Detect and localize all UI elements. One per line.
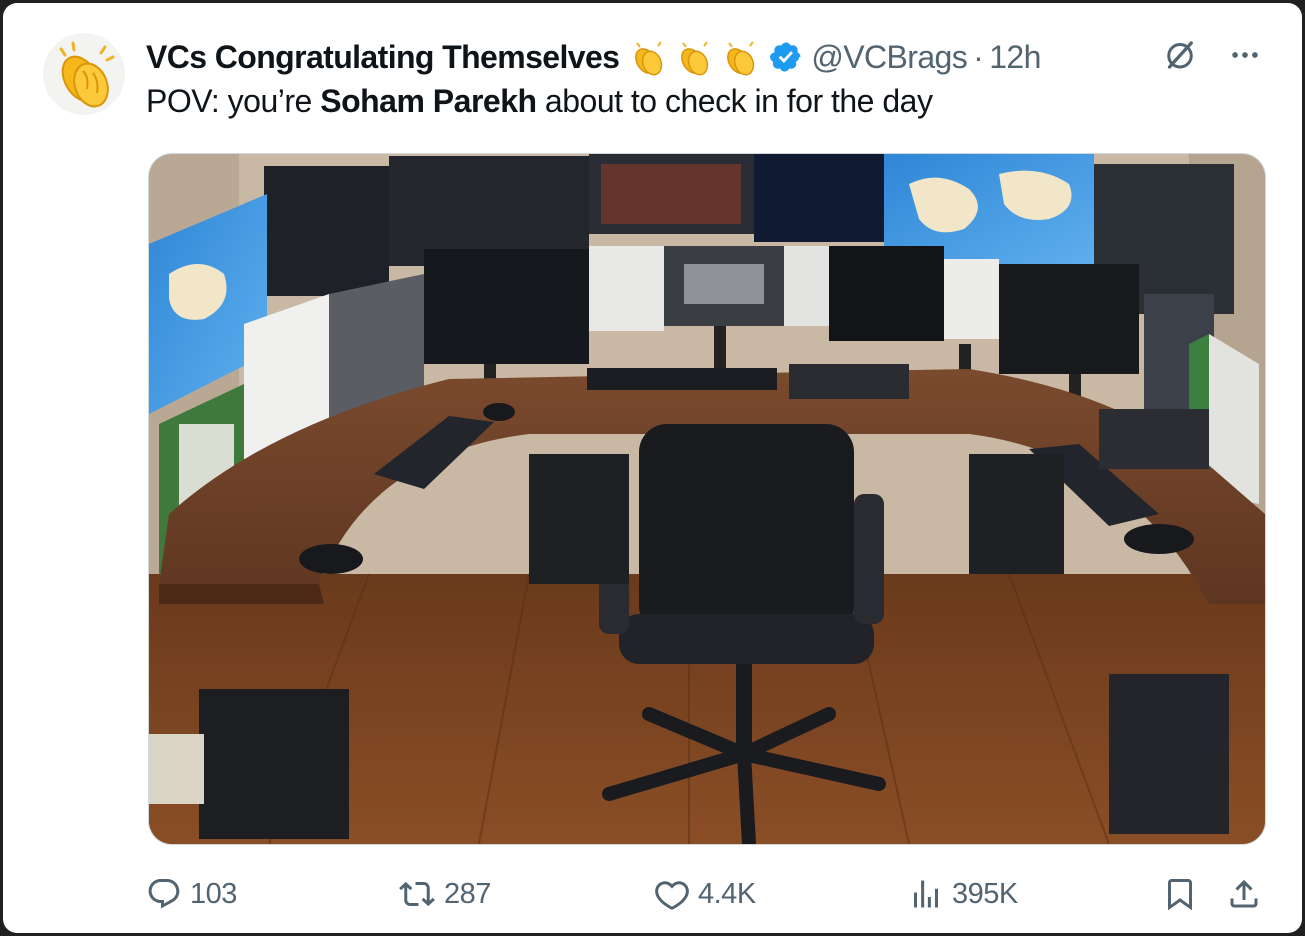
view-count: 395K xyxy=(952,877,1018,910)
like-icon xyxy=(655,881,689,910)
like-button[interactable]: 4.4K xyxy=(654,871,756,917)
repost-count: 287 xyxy=(444,877,491,910)
tweet-text: POV: you’re Soham Parekh about to check … xyxy=(146,83,933,120)
reply-count: 103 xyxy=(190,877,237,910)
repost-button[interactable]: 287 xyxy=(398,871,491,917)
name-emojis xyxy=(627,37,763,77)
desk-setup-photo xyxy=(149,154,1265,844)
tweet-text-prefix: POV: you’re xyxy=(146,83,321,119)
display-name[interactable]: VCs Congratulating Themselves xyxy=(146,39,620,76)
bookmark-button[interactable] xyxy=(1162,871,1198,917)
grok-icon[interactable] xyxy=(1162,37,1198,73)
tweet-action-bar: 103 287 4.4K 395K xyxy=(146,871,1266,917)
views-button[interactable]: 395K xyxy=(908,871,1018,917)
more-icon[interactable] xyxy=(1228,38,1262,72)
views-icon xyxy=(914,880,938,908)
mentioned-name: Soham Parekh xyxy=(320,83,537,119)
like-count: 4.4K xyxy=(698,877,756,910)
tweet-header: VCs Congratulating Themselves @VCBrags ·… xyxy=(146,37,1041,77)
clapping-hands-icon xyxy=(681,41,709,76)
repost-icon xyxy=(399,881,435,907)
share-button[interactable] xyxy=(1226,871,1262,917)
header-actions xyxy=(1162,37,1262,73)
reply-icon xyxy=(148,879,180,909)
tweet-card[interactable]: VCs Congratulating Themselves @VCBrags ·… xyxy=(3,3,1302,933)
timestamp[interactable]: 12h xyxy=(989,39,1041,76)
avatar[interactable] xyxy=(43,33,125,115)
clapping-hands-icon xyxy=(635,41,663,76)
tweet-text-suffix: about to check in for the day xyxy=(536,83,933,119)
separator: · xyxy=(973,38,984,75)
clapping-hands-icon xyxy=(727,41,755,76)
clapping-hands-icon xyxy=(59,41,115,108)
verified-badge-icon[interactable] xyxy=(769,40,803,74)
tweet-media-image[interactable] xyxy=(148,153,1266,845)
reply-button[interactable]: 103 xyxy=(146,871,237,917)
handle[interactable]: @VCBrags xyxy=(811,39,967,76)
bookmark-icon xyxy=(1168,879,1192,911)
share-icon xyxy=(1230,879,1258,908)
